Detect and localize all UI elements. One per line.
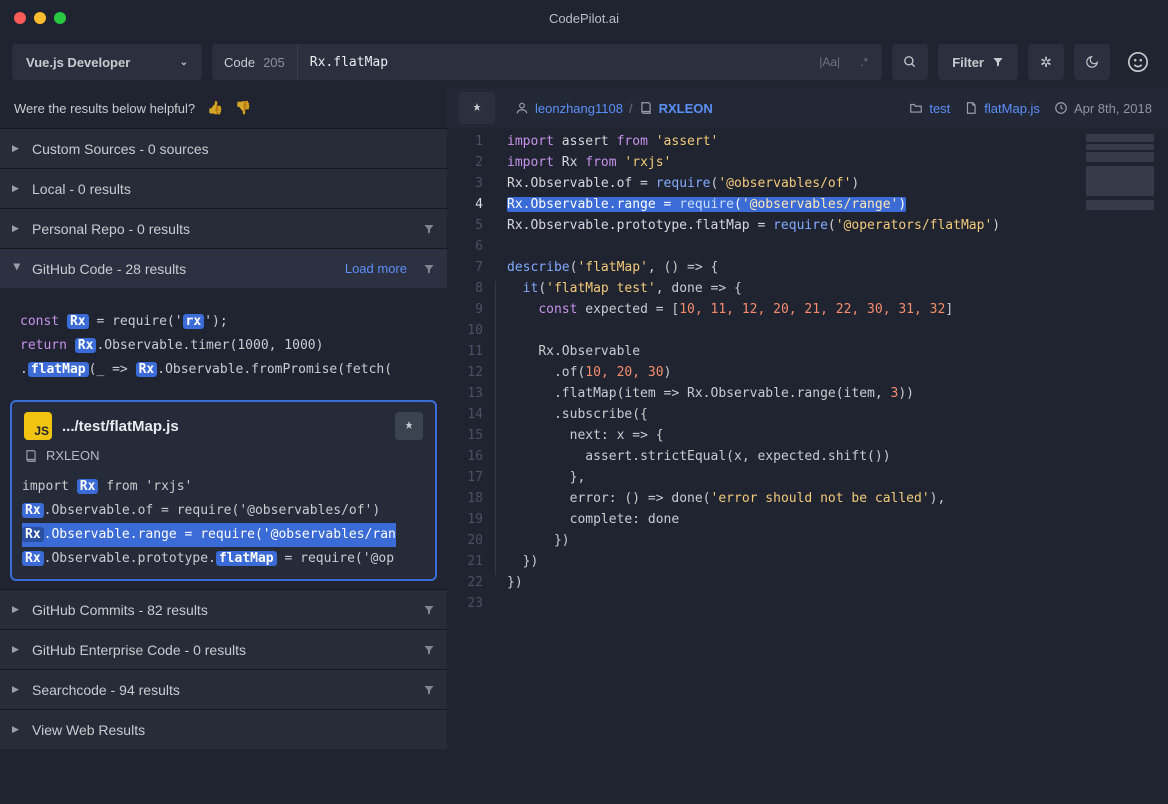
group-github-code[interactable]: ▶ GitHub Code - 28 results Load more (0, 248, 447, 288)
result-title: .../test/flatMap.js (62, 418, 179, 435)
user-icon (515, 101, 529, 115)
viewer-header: leonzhang1108 / RXLEON test flatMap.js A… (447, 88, 1168, 128)
crumb-user[interactable]: leonzhang1108 (535, 101, 623, 116)
folder-icon (909, 101, 923, 115)
filter-icon[interactable] (423, 644, 435, 656)
group-personal-repo[interactable]: ▶ Personal Repo - 0 results (0, 208, 447, 248)
group-searchcode[interactable]: ▶ Searchcode - 94 results (0, 669, 447, 709)
js-file-icon: JS (24, 412, 52, 440)
load-more-link[interactable]: Load more (345, 261, 407, 276)
group-label: GitHub Enterprise Code - 0 results (32, 642, 246, 658)
intent-selector[interactable]: Code 205 (212, 44, 298, 80)
filter-icon[interactable] (423, 263, 435, 275)
editor: 123 456 789 101112 131415 161718 192021 … (447, 128, 1168, 804)
line-gutter: 123 456 789 101112 131415 161718 192021 … (447, 128, 493, 804)
group-label: Searchcode - 94 results (32, 682, 180, 698)
code-viewer: leonzhang1108 / RXLEON test flatMap.js A… (447, 88, 1168, 804)
filter-icon[interactable] (423, 604, 435, 616)
filter-label: Filter (952, 55, 984, 70)
chevron-right-icon: ▶ (12, 644, 22, 655)
profile-dropdown[interactable]: Vue.js Developer ⌄ (12, 44, 202, 80)
crumb-file[interactable]: flatMap.js (984, 101, 1040, 116)
search-input[interactable] (298, 44, 813, 80)
chevron-down-icon: ▶ (12, 264, 23, 274)
group-label: View Web Results (32, 722, 145, 738)
filter-button[interactable]: Filter (938, 44, 1018, 80)
chevron-right-icon: ▶ (12, 143, 22, 154)
profile-label: Vue.js Developer (26, 55, 130, 70)
toolbar: Vue.js Developer ⌄ Code 205 |Aa| .* Filt… (0, 36, 1168, 88)
feedback-button[interactable] (1127, 51, 1149, 73)
chevron-right-icon: ▶ (12, 684, 22, 695)
group-ghe-code[interactable]: ▶ GitHub Enterprise Code - 0 results (0, 629, 447, 669)
filter-icon[interactable] (423, 223, 435, 235)
group-label: Personal Repo - 0 results (32, 221, 190, 237)
code-preview: const Rx = require('rx'); return Rx.Obse… (10, 302, 437, 390)
code-preview: import Rx from 'rxjs' Rx.Observable.of =… (12, 471, 435, 579)
chevron-right-icon: ▶ (12, 724, 22, 735)
pin-button[interactable] (395, 412, 423, 440)
pin-button[interactable] (459, 92, 495, 124)
search-button[interactable] (892, 44, 928, 80)
crumb-date: Apr 8th, 2018 (1074, 101, 1152, 116)
chevron-right-icon: ▶ (12, 223, 22, 234)
group-label: GitHub Code - 28 results (32, 261, 186, 277)
breadcrumb: leonzhang1108 / RXLEON (515, 101, 713, 116)
repo-icon (639, 101, 653, 115)
group-local[interactable]: ▶ Local - 0 results (0, 168, 447, 208)
gear-icon: ✲ (1040, 54, 1052, 71)
app-title: CodePilot.ai (0, 11, 1168, 26)
minimap[interactable] (1078, 128, 1168, 804)
intent-count: 205 (263, 55, 285, 70)
results-sidebar: Were the results below helpful? 👍 👎 ▶ Cu… (0, 88, 447, 804)
titlebar: CodePilot.ai (0, 0, 1168, 36)
chevron-right-icon: ▶ (12, 604, 22, 615)
repo-icon (24, 449, 38, 463)
filter-icon (992, 56, 1004, 68)
repo-name: RXLEON (46, 448, 99, 463)
chevron-right-icon: ▶ (12, 183, 22, 194)
filter-icon[interactable] (423, 684, 435, 696)
search-icon (903, 55, 917, 69)
result-card-selected[interactable]: JS .../test/flatMap.js RXLEON import Rx … (10, 400, 437, 581)
theme-toggle-button[interactable] (1074, 44, 1110, 80)
clock-icon (1054, 101, 1068, 115)
regex-toggle[interactable]: .* (854, 53, 874, 71)
group-web-results[interactable]: ▶ View Web Results (0, 709, 447, 749)
group-custom-sources[interactable]: ▶ Custom Sources - 0 sources (0, 128, 447, 168)
moon-icon (1085, 55, 1099, 69)
feedback-prompt: Were the results below helpful? 👍 👎 (0, 88, 447, 128)
pin-icon (403, 420, 415, 432)
group-label: GitHub Commits - 82 results (32, 602, 208, 618)
thumbs-up-button[interactable]: 👍 (207, 100, 223, 116)
match-case-toggle[interactable]: |Aa| (813, 53, 846, 71)
search-bar: Code 205 |Aa| .* (212, 44, 882, 80)
crumb-folder[interactable]: test (929, 101, 950, 116)
pin-icon (471, 102, 483, 114)
code-content[interactable]: import assert from 'assert' import Rx fr… (507, 128, 1168, 804)
intent-label: Code (224, 55, 255, 70)
result-card[interactable]: const Rx = require('rx'); return Rx.Obse… (10, 302, 437, 390)
settings-button[interactable]: ✲ (1028, 44, 1064, 80)
group-label: Custom Sources - 0 sources (32, 141, 209, 157)
thumbs-down-button[interactable]: 👎 (235, 100, 251, 116)
file-icon (964, 101, 978, 115)
feedback-text: Were the results below helpful? (14, 101, 195, 116)
chevron-down-icon: ⌄ (180, 57, 188, 68)
group-github-commits[interactable]: ▶ GitHub Commits - 82 results (0, 589, 447, 629)
crumb-repo[interactable]: RXLEON (659, 101, 713, 116)
group-label: Local - 0 results (32, 181, 131, 197)
